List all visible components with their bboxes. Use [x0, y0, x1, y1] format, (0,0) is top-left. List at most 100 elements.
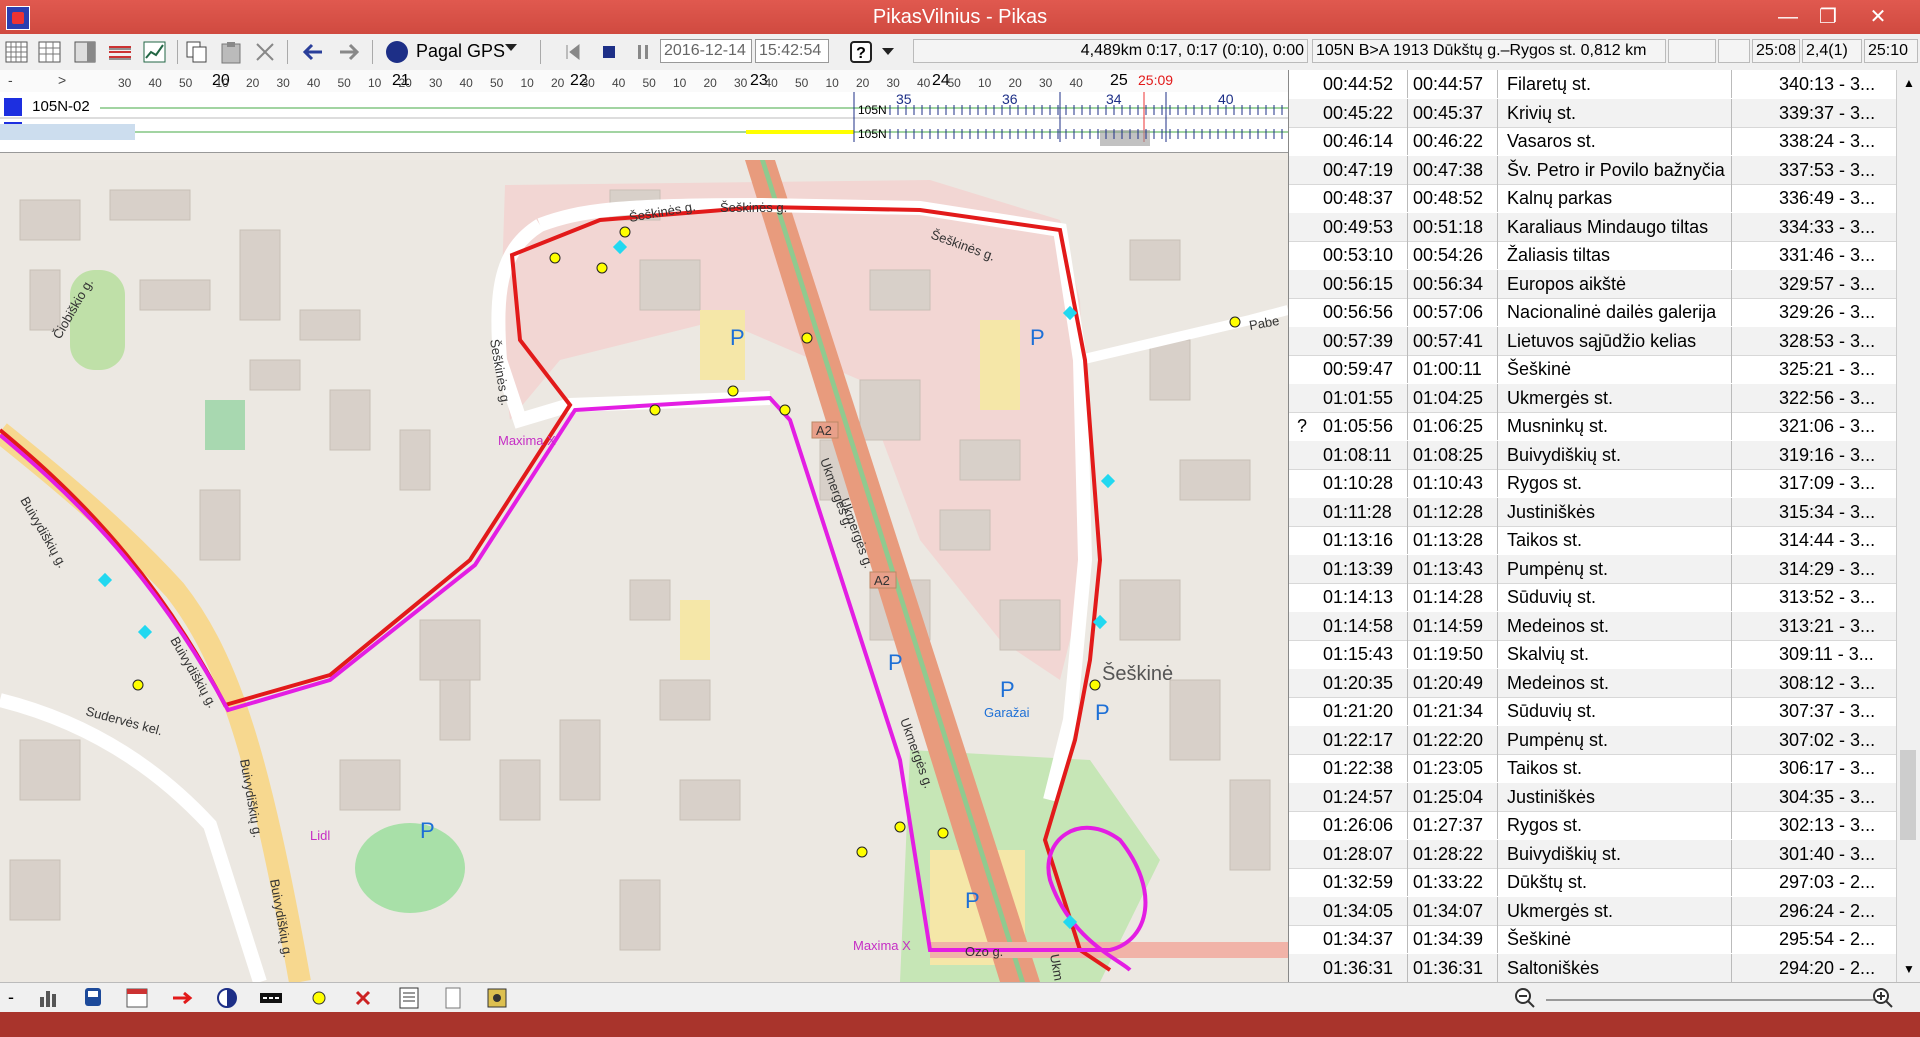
table-cell-dep: 01:13:28: [1413, 526, 1498, 554]
track-timeline[interactable]: 105N 105N 35 36 34 40: [0, 92, 1288, 152]
delete-icon[interactable]: [252, 39, 278, 65]
table-row[interactable]: 01:24:57 01:25:04 Justiniškės 304:35 - 3...: [1289, 782, 1897, 812]
table-row[interactable]: 00:59:47 01:00:11 Šeškinė 325:21 - 3...: [1289, 355, 1897, 385]
panel-icon[interactable]: [72, 39, 98, 65]
bar-chart-icon[interactable]: [36, 985, 62, 1011]
ruler-minute-label: 40: [148, 76, 162, 90]
stop-marker-icon[interactable]: [306, 985, 332, 1011]
table-row[interactable]: 01:01:55 01:04:25 Ukmergės st. 322:56 - 3..…: [1289, 383, 1897, 413]
time-ruler[interactable]: - > 20 21 22 23 24 25 30 40 50 10 20 30 40 50 10 20 30 40…: [0, 70, 1288, 93]
table-row[interactable]: 01:14:58 01:14:59 Medeinos st. 313:21 - 3..…: [1289, 611, 1897, 641]
table-cell-dep: 00:51:18: [1413, 212, 1498, 241]
bus-stop-marker[interactable]: [549, 252, 561, 264]
zoom-out-icon[interactable]: [1512, 985, 1538, 1011]
table-row[interactable]: 01:26:06 01:27:37 Rygos st. 302:13 - 3...: [1289, 811, 1897, 841]
table-row[interactable]: 01:20:35 01:20:49 Medeinos st. 308:12 - 3..…: [1289, 668, 1897, 698]
ruler-minus-button[interactable]: -: [8, 72, 13, 88]
bus-stop-marker[interactable]: [596, 262, 608, 274]
document-icon[interactable]: [440, 985, 466, 1011]
table-row[interactable]: 00:48:37 00:48:52 Kalnų parkas 336:49 - 3..…: [1289, 184, 1897, 214]
scroll-down-icon[interactable]: ▼: [1903, 962, 1915, 976]
pause-icon[interactable]: [630, 39, 656, 65]
taskbar: [0, 1012, 1920, 1037]
table-row[interactable]: ? 01:05:56 01:06:25 Musninkų st. 321:06 - 3.…: [1289, 412, 1897, 442]
bus-stop-marker[interactable]: [801, 332, 813, 344]
remove-icon[interactable]: [350, 985, 376, 1011]
table-row[interactable]: 01:13:16 01:13:28 Taikos st. 314:44 - 3...: [1289, 526, 1897, 556]
table-row[interactable]: 00:45:22 00:45:37 Krivių st. 339:37 - 3...: [1289, 98, 1897, 128]
scroll-thumb[interactable]: [1900, 750, 1916, 840]
table-row[interactable]: 00:46:14 00:46:22 Vasaros st. 338:24 - 3...: [1289, 127, 1897, 157]
zoom-slider[interactable]: [1546, 999, 1876, 1001]
bus-stop-marker[interactable]: [1229, 316, 1241, 328]
table-cell-stop: Vasaros st.: [1507, 127, 1732, 155]
table-row[interactable]: 00:56:56 00:57:06 Nacionalinė dailės galer…: [1289, 298, 1897, 328]
table-row[interactable]: 00:57:39 00:57:41 Lietuvos sąjūdžio kelias…: [1289, 326, 1897, 356]
copy-icon[interactable]: [184, 39, 210, 65]
table-icon[interactable]: [37, 39, 63, 65]
minimize-button[interactable]: —: [1768, 4, 1808, 30]
maximize-button[interactable]: ❐: [1808, 4, 1848, 30]
bus-stop-marker[interactable]: [649, 404, 661, 416]
table-row[interactable]: 01:15:43 01:19:50 Skalvių st. 309:11 - 3...: [1289, 640, 1897, 670]
table-row[interactable]: 00:53:10 00:54:26 Žaliasis tiltas 331:46 - …: [1289, 241, 1897, 271]
bottom-minus-button[interactable]: -: [8, 987, 14, 1008]
table-cell-val: 294:20 - 2...: [1779, 957, 1876, 978]
dashes-icon[interactable]: [258, 985, 284, 1011]
bus-stop-marker[interactable]: [937, 827, 949, 839]
table-row[interactable]: 01:11:28 01:12:28 Justiniškės 315:34 - 3...: [1289, 497, 1897, 527]
table-row[interactable]: 01:10:28 01:10:43 Rygos st. 317:09 - 3...: [1289, 469, 1897, 499]
help-dropdown-icon[interactable]: [882, 48, 894, 55]
bus-stop-marker[interactable]: [619, 226, 631, 238]
schedule-icon[interactable]: [396, 985, 422, 1011]
table-row[interactable]: 00:56:15 00:56:34 Europos aikštė 329:57 - 3…: [1289, 269, 1897, 299]
table-row[interactable]: 01:28:07 01:28:22 Buivydiškių st. 301:40 - …: [1289, 839, 1897, 869]
bus-stop-marker[interactable]: [894, 821, 906, 833]
bus-stop-marker[interactable]: [727, 385, 739, 397]
close-button[interactable]: ✕: [1858, 4, 1898, 30]
bus-stop-marker[interactable]: [856, 846, 868, 858]
time-field[interactable]: 15:42:54: [755, 39, 829, 63]
calendar-icon[interactable]: [124, 985, 150, 1011]
table-row[interactable]: 01:32:59 01:33:22 Dūkštų st. 297:03 - 2...: [1289, 868, 1897, 898]
table-row[interactable]: 01:13:39 01:13:43 Pumpėnų st. 314:29 - 3...: [1289, 554, 1897, 584]
contrast-icon[interactable]: [214, 985, 240, 1011]
table-scrollbar[interactable]: ▲ ▼: [1896, 70, 1920, 982]
table-row[interactable]: 01:08:11 01:08:25 Buivydiškių st. 319:16 - …: [1289, 440, 1897, 470]
stop-icon[interactable]: [596, 39, 622, 65]
skip-start-icon[interactable]: [560, 39, 586, 65]
paste-icon[interactable]: [218, 39, 244, 65]
building: [859, 379, 921, 441]
ruler-scroll-button[interactable]: >: [58, 72, 66, 88]
grid-icon[interactable]: [4, 39, 30, 65]
table-row[interactable]: 00:47:19 00:47:38 Šv. Petro ir Povilo bažn…: [1289, 155, 1897, 185]
table-row[interactable]: 01:22:17 01:22:20 Pumpėnų st. 307:02 - 3...: [1289, 725, 1897, 755]
table-row[interactable]: 00:44:52 00:44:57 Filaretų st. 340:13 - 3..…: [1289, 70, 1897, 100]
table-row[interactable]: 01:22:38 01:23:05 Taikos st. 306:17 - 3...: [1289, 754, 1897, 784]
table-row[interactable]: 01:34:05 01:34:07 Ukmergės st. 296:24 - 2..…: [1289, 896, 1897, 926]
back-arrow-icon[interactable]: [300, 39, 326, 65]
table-row[interactable]: 01:21:20 01:21:34 Sūduvių st. 307:37 - 3...: [1289, 697, 1897, 727]
chart-lines-icon[interactable]: [107, 39, 133, 65]
gps-globe-icon[interactable]: [384, 39, 410, 65]
graph-icon[interactable]: [142, 39, 168, 65]
date-field[interactable]: 2016-12-14: [660, 39, 752, 63]
bus-stop-marker[interactable]: [132, 679, 144, 691]
table-row[interactable]: 01:14:13 01:14:28 Sūduvių st. 313:52 - 3...: [1289, 583, 1897, 613]
bus-stop-marker[interactable]: [1089, 679, 1101, 691]
zoom-in-icon[interactable]: [1870, 985, 1896, 1011]
map-canvas[interactable]: Šeškinės g. Šeškinės g.Šeškinės g.Šeškinė…: [0, 160, 1288, 982]
bus-icon[interactable]: [80, 985, 106, 1011]
help-icon[interactable]: ?: [848, 39, 874, 65]
tools-icon[interactable]: [484, 985, 510, 1011]
scroll-up-icon[interactable]: ▲: [1903, 76, 1915, 90]
table-cell-dep: 00:57:06: [1413, 298, 1498, 326]
gps-mode-label[interactable]: Pagal GPS: [416, 41, 505, 62]
table-row[interactable]: 00:49:53 00:51:18 Karaliaus Mindaugo tilta…: [1289, 212, 1897, 242]
table-row[interactable]: 01:36:31 01:36:31 Saltoniškės 294:20 - 2...: [1289, 953, 1897, 982]
forward-arrow-icon[interactable]: [336, 39, 362, 65]
table-row[interactable]: 01:34:37 01:34:39 Šeškinė 295:54 - 2...: [1289, 925, 1897, 955]
bus-stop-marker[interactable]: [779, 404, 791, 416]
red-arrow-icon[interactable]: [170, 985, 196, 1011]
gps-dropdown-icon[interactable]: [505, 44, 517, 51]
